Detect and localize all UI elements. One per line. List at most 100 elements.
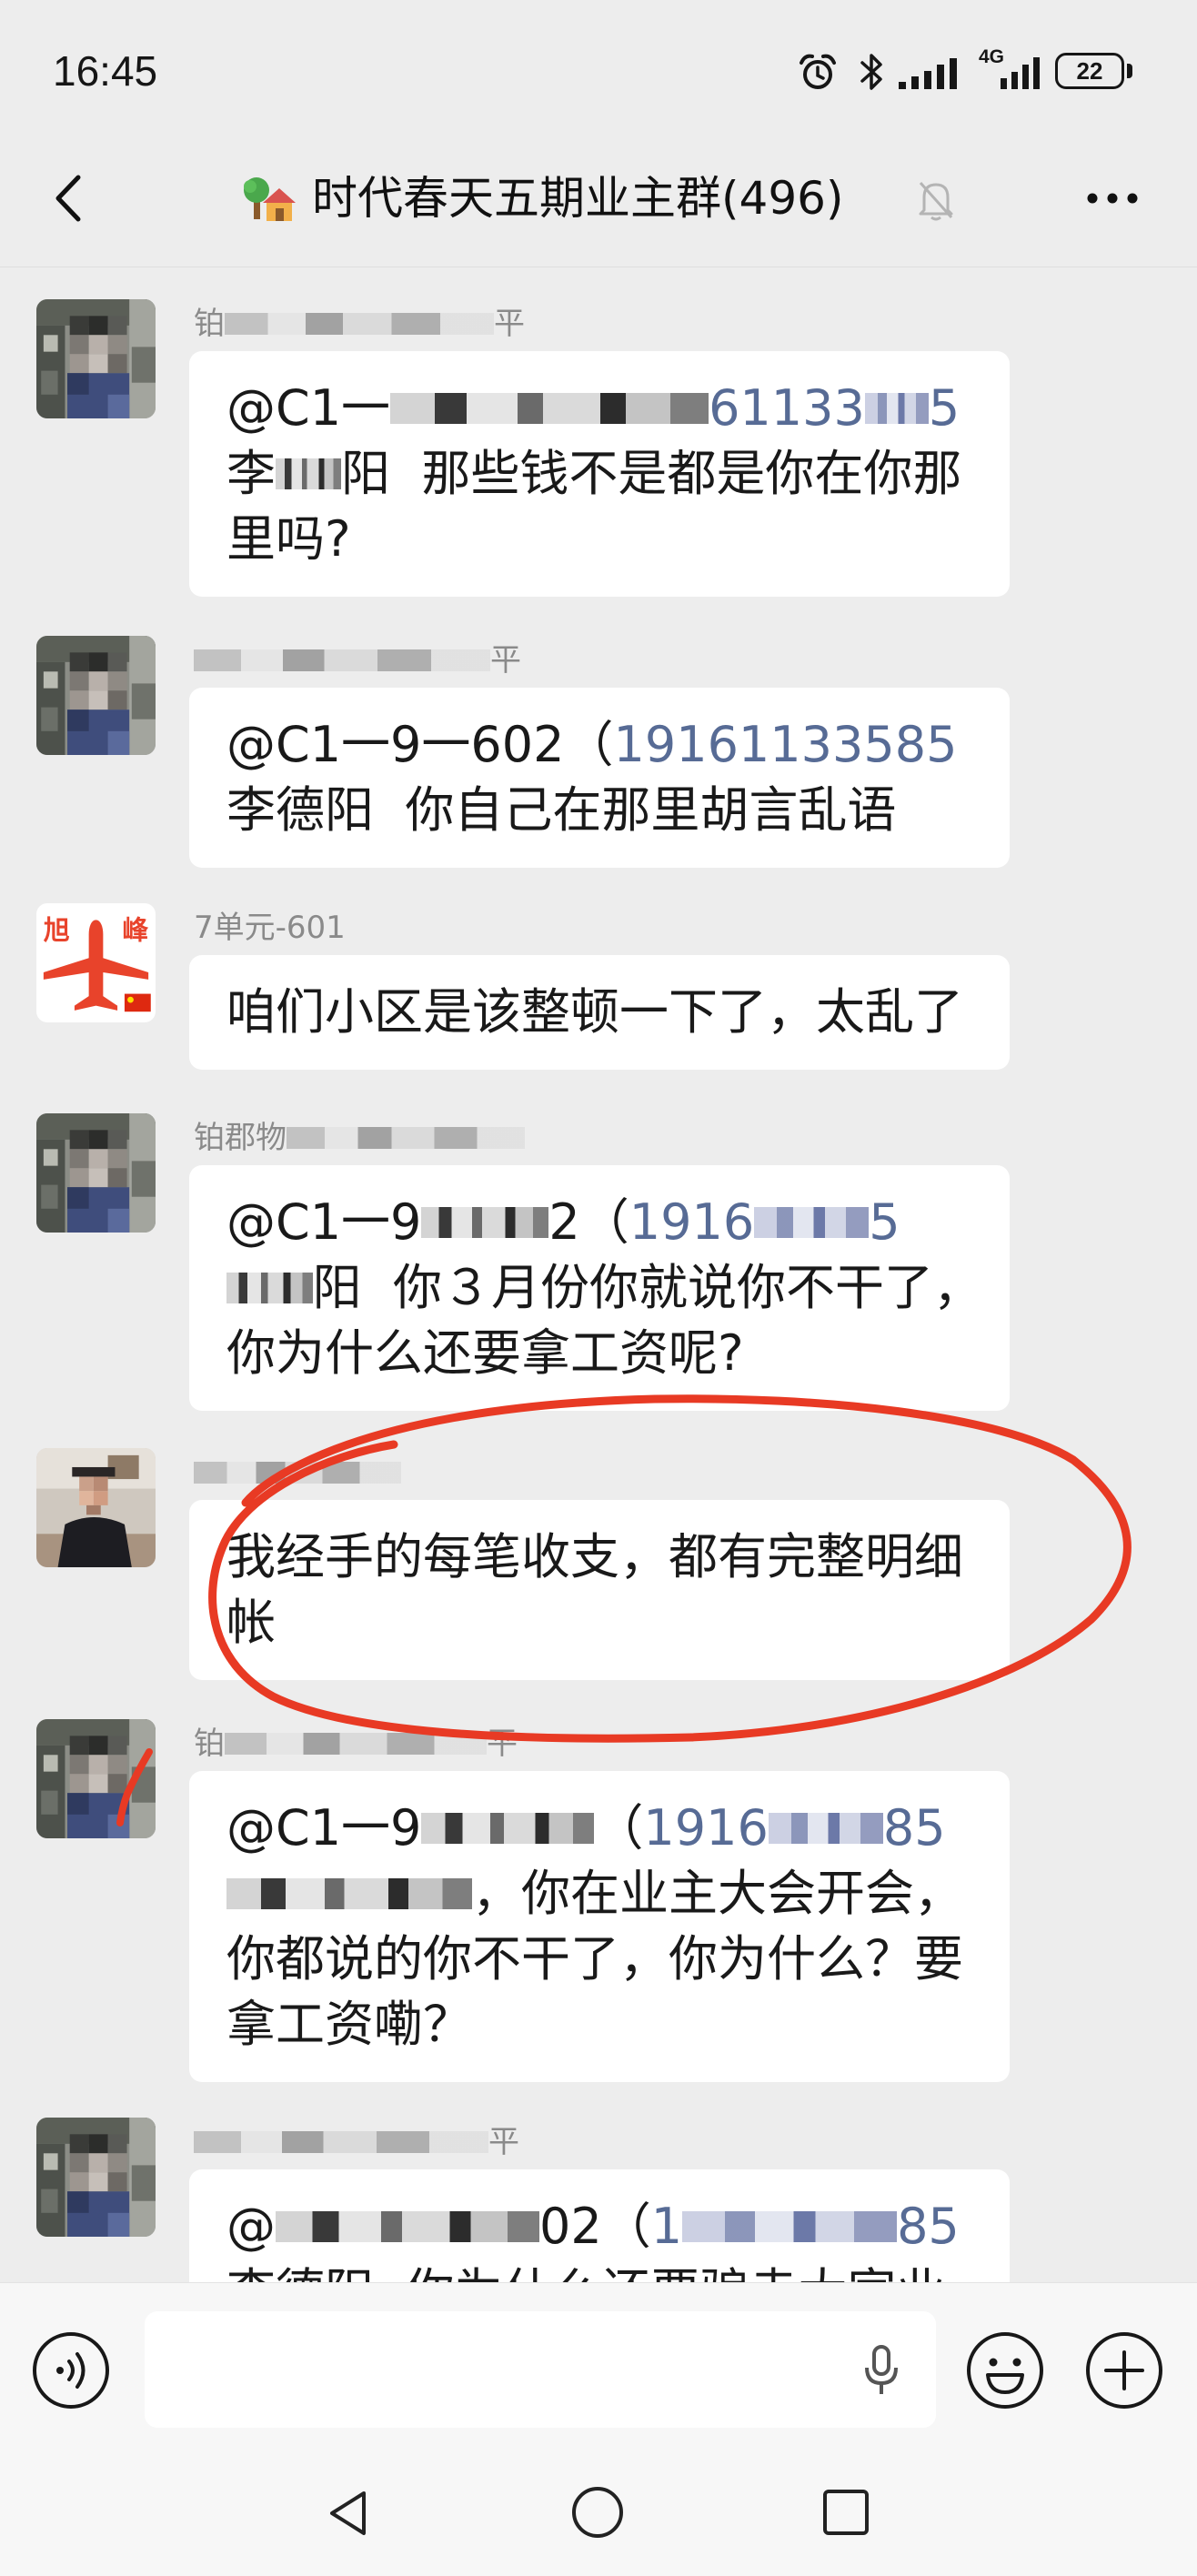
plus-icon[interactable] [1084,2330,1164,2410]
mention-text: @ [226,2198,276,2255]
message-text: 拿工资嘞？ [226,1996,472,2053]
more-dots-icon[interactable] [1084,188,1141,208]
sender-avatar[interactable] [36,299,156,418]
airplane-avatar-image: 旭 峰 [36,903,156,1022]
sender-avatar[interactable] [36,636,156,755]
avatar-image [36,1113,156,1233]
input-bar [0,2282,1197,2454]
sender-avatar[interactable] [36,1113,156,1233]
phone-link[interactable]: 5 [869,1190,900,1255]
message: 铂郡物 @C1一9 2（ 1916 5 阳 你３月份你就说你不干了， 你为什么还要拿工… [0,1113,1197,1477]
message-bubble[interactable]: @C1一9 （1916 85 ，你在业主大会开会， 你都说的你不干了，你为什么？要 … [189,1771,1010,2082]
message-line: 帐 [226,1590,982,1655]
battery-level: 22 [1076,57,1103,85]
sender-name-part: 平 [494,306,525,342]
redacted-text [682,2211,898,2242]
sender-avatar[interactable] [36,1719,156,1838]
sender-name-part: 平 [488,2124,519,2160]
sender-name: 平 [194,639,521,681]
redacted-text [194,649,490,671]
mention-text: （ [594,1799,644,1857]
message-list[interactable]: 铂平 @C1一 61133 5 李阳 那些钱不是都是你在你那 里吗? 平 @C1一9… [0,267,1197,2282]
mention-text: 02（ [539,2198,651,2255]
recents-square-icon[interactable] [822,2489,870,2536]
message: 平 @02（1 85 李德阳 你为什么还要骗走大家业 [0,2118,1197,2282]
message: 铂平 @C1一 61133 5 李阳 那些钱不是都是你在你那 里吗? [0,299,1197,663]
message-line: 李德阳 你为什么还要骗走大家业 [226,2259,982,2282]
sender-name-part: 铂 [194,306,225,342]
message-text: 李 [226,445,276,502]
message-bubble[interactable]: 我经手的每笔收支，都有完整明细 帐 [189,1500,1010,1680]
sender-name-part: 平 [487,1726,518,1762]
message-text: 你为什么还要拿工资呢? [226,1324,744,1382]
redacted-text [225,1733,487,1755]
message-line: ，你在业主大会开会， [226,1861,982,1927]
phone-link[interactable]: 1 [651,2194,682,2259]
phone-link[interactable]: 61133 [709,376,865,441]
message-bubble[interactable]: @C1一 61133 5 李 阳 那些钱不是都是你在你那 里吗? [189,351,1010,597]
message-line: 咱们小区是该整顿一下了，太乱了 [226,980,982,1045]
redacted-text [864,393,929,424]
message-bubble[interactable]: @02（1 85 李德阳 你为什么还要骗走大家业 [189,2169,1010,2282]
message-line: 拿工资嘞？ [226,1992,982,2058]
sender-avatar[interactable] [36,1448,156,1567]
sender-avatar[interactable]: 旭 峰 [36,903,156,1022]
phone-link[interactable]: 19161133585 [614,712,958,778]
phone-link[interactable]: 5 [929,376,960,441]
sender-name-part: 铂 [194,1726,225,1762]
mic-icon[interactable] [863,2344,900,2397]
sender-name: 铂平 [194,303,525,345]
sender-name-part: 铂郡物 [194,1120,287,1156]
voice-icon[interactable] [31,2330,111,2410]
message-text: 阳 那些钱不是都是你在你那 [341,445,962,502]
signal-icon [899,58,957,89]
redacted-text [276,458,341,489]
message-text: 阳 你３月份你就说你不干了， [312,1259,982,1316]
sender-name-part: 平 [490,642,521,679]
message-bubble[interactable]: @C1一9 2（ 1916 5 阳 你３月份你就说你不干了， 你为什么还要拿工资呢? [189,1165,1010,1411]
status-time: 16:45 [53,47,158,95]
avatar-image [36,1719,156,1838]
avatar-text: 峰 [122,914,148,945]
avatar-image [36,636,156,755]
message-line: 阳 你３月份你就说你不干了， [226,1255,982,1321]
phone-link[interactable]: 85 [897,2194,960,2259]
chevron-left-icon[interactable] [47,170,87,226]
avatar-text: 旭 [44,914,70,945]
redacted-text [225,313,494,335]
message-text: 咱们小区是该整顿一下了，太乱了 [226,983,963,1041]
redacted-text [194,1462,401,1484]
message-text: 你都说的你不干了，你为什么？要 [226,1930,963,1987]
redacted-text [768,1813,883,1844]
message-line: 李 阳 那些钱不是都是你在你那 [226,441,982,507]
sender-name: 7单元-601 [194,907,346,949]
message-bubble[interactable]: 咱们小区是该整顿一下了，太乱了 [189,955,1010,1070]
redacted-text [421,1207,549,1238]
message-line: 你都说的你不干了，你为什么？要 [226,1927,982,1992]
sender-name: 平 [194,2121,519,2163]
message-line: 你为什么还要拿工资呢? [226,1321,982,1386]
message: 铂平 @C1一9 （1916 85 ，你在业主大会开会， 你都说的你不干了，你为什么… [0,1719,1197,2083]
phone-link[interactable]: 85 [883,1796,946,1861]
phone-link[interactable]: 1916 [629,1190,754,1255]
sender-avatar[interactable] [36,2118,156,2237]
message-bubble[interactable]: @C1一9一602（ 19161133585 李德阳 你自己在那里胡言乱语 [189,688,1010,868]
sender-name: 铂郡物 [194,1117,525,1159]
mention-text: @C1一9 [226,1193,422,1251]
bell-muted-icon [919,181,953,221]
message-line: @C1一9 （1916 85 [226,1796,982,1861]
back-triangle-icon[interactable] [326,2489,371,2538]
system-nav-bar [0,2454,1197,2576]
chat-title[interactable]: 时代春天五期业主群(496) [312,170,843,226]
message-text: 帐 [226,1594,276,1651]
phone-link[interactable]: 1916 [643,1796,768,1861]
message-line: @02（ 1 85 [226,2194,982,2259]
redacted-text [226,1878,472,1909]
house-tree-icon [244,177,296,221]
message-input[interactable] [145,2311,936,2428]
redacted-text [421,1813,595,1844]
sender-name [194,1452,401,1494]
mention-text: @C1一9一602（ [226,716,614,773]
emoji-icon[interactable] [965,2330,1045,2410]
home-circle-icon[interactable] [570,2485,625,2540]
